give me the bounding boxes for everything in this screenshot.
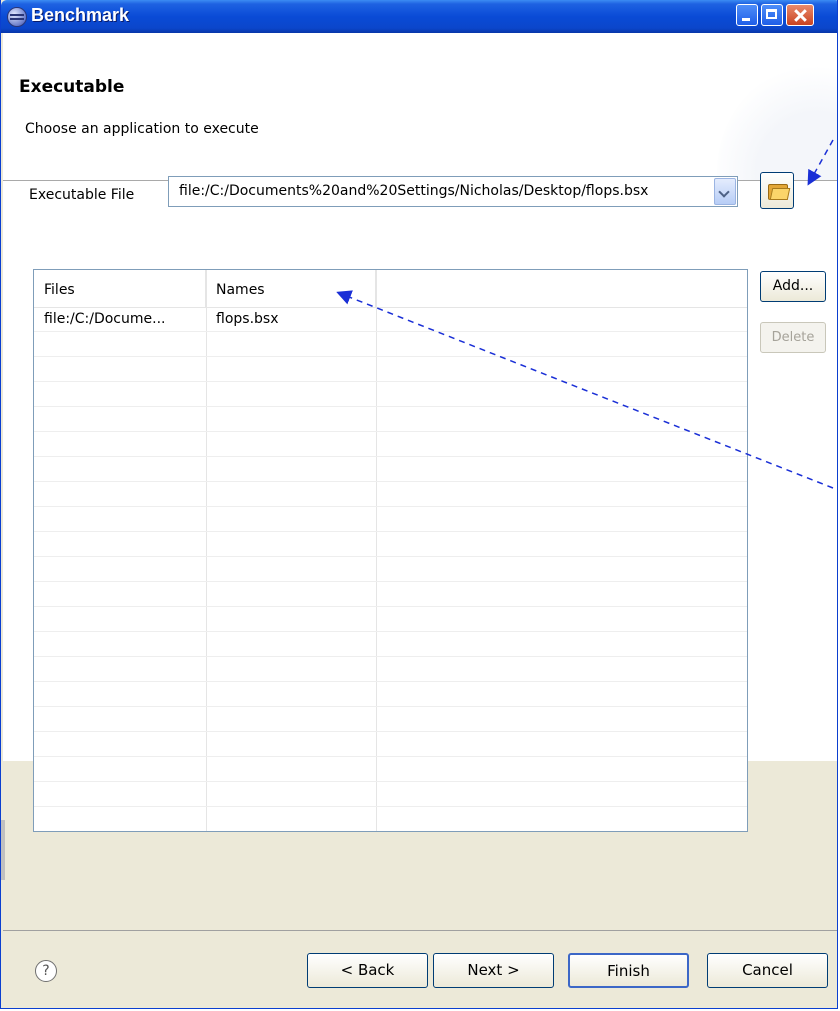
chevron-down-icon[interactable] — [714, 178, 736, 205]
table-row — [34, 507, 747, 532]
finish-button-label: Finish — [607, 962, 650, 980]
window-title: Benchmark — [31, 5, 130, 25]
table-row — [34, 707, 747, 732]
folder-icon — [768, 182, 791, 200]
next-button[interactable]: Next > — [433, 953, 554, 988]
table-row — [34, 482, 747, 507]
eclipse-icon — [7, 7, 27, 27]
footer-separator — [3, 930, 837, 931]
table-row — [34, 382, 747, 407]
table-header: Files Names — [34, 270, 747, 308]
cancel-button-label: Cancel — [742, 961, 793, 979]
browse-button[interactable] — [760, 172, 794, 209]
page-title: Executable — [19, 77, 125, 97]
delete-button[interactable]: Delete — [760, 322, 826, 353]
table-row — [34, 432, 747, 457]
cell-file: file:/C:/Docume... — [44, 311, 166, 327]
table-row — [34, 732, 747, 757]
table-row — [34, 607, 747, 632]
finish-button[interactable]: Finish — [568, 953, 689, 988]
executable-file-combo[interactable]: file:/C:/Documents%20and%20Settings/Nich… — [168, 176, 738, 207]
close-button[interactable] — [786, 4, 814, 26]
add-button[interactable]: Add... — [760, 271, 826, 302]
minimize-button[interactable] — [736, 4, 758, 26]
table-row — [34, 682, 747, 707]
help-icon[interactable]: ? — [35, 960, 57, 982]
table-row[interactable]: file:/C:/Docume... flops.bsx — [34, 307, 747, 332]
cancel-button[interactable]: Cancel — [707, 953, 828, 988]
wizard-header: Executable Choose an application to exec… — [3, 33, 837, 181]
table-row — [34, 407, 747, 432]
window-edge-mark — [1, 820, 5, 880]
column-header-files[interactable]: Files — [34, 270, 206, 307]
executable-file-label: Executable File — [29, 187, 135, 203]
table-row — [34, 582, 747, 607]
back-button[interactable]: < Back — [307, 953, 428, 988]
table-rows: file:/C:/Docume... flops.bsx — [34, 307, 747, 831]
cell-name: flops.bsx — [216, 311, 279, 327]
files-table[interactable]: Files Names file:/C:/Docume... flops.bsx — [33, 269, 748, 832]
table-row — [34, 457, 747, 482]
executable-file-value[interactable]: file:/C:/Documents%20and%20Settings/Nich… — [179, 183, 707, 199]
benchmark-window: Benchmark Executable Choose an applicati… — [0, 0, 838, 1009]
next-button-label: Next > — [467, 961, 520, 979]
page-description: Choose an application to execute — [25, 121, 259, 137]
table-row — [34, 657, 747, 682]
table-row — [34, 557, 747, 582]
back-button-label: < Back — [340, 961, 395, 979]
table-row — [34, 782, 747, 807]
table-row — [34, 357, 747, 382]
maximize-button[interactable] — [761, 4, 783, 26]
table-row — [34, 807, 747, 831]
title-bar[interactable]: Benchmark — [1, 0, 837, 33]
column-header-names[interactable]: Names — [206, 270, 376, 307]
table-row — [34, 632, 747, 657]
column-header-empty[interactable] — [376, 270, 747, 307]
table-row — [34, 757, 747, 782]
table-row — [34, 332, 747, 357]
table-row — [34, 532, 747, 557]
